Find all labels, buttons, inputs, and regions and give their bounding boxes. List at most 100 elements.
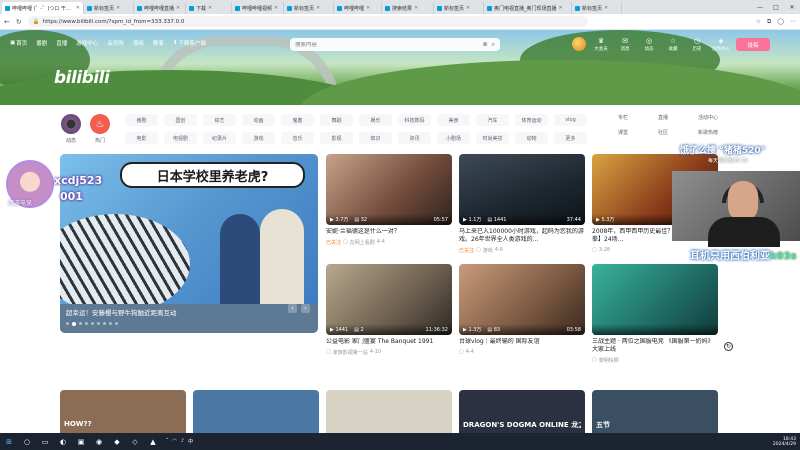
channel-chip[interactable]: 番剧	[125, 114, 158, 126]
carousel-dot[interactable]	[97, 322, 100, 325]
video-thumbnail[interactable]: HOW??	[60, 390, 186, 433]
hot-label[interactable]: 热门	[90, 137, 110, 144]
video-uploader[interactable]: ▢ 黎明快照	[592, 357, 718, 364]
channel-link[interactable]: 直播	[658, 114, 698, 121]
carousel-dot[interactable]	[79, 322, 82, 325]
channel-chip[interactable]: 小剧场	[437, 132, 470, 144]
video-title[interactable]: 台球vlog｜最终输的 国际友谊	[459, 338, 585, 346]
tab-close-icon[interactable]: ✕	[76, 5, 80, 11]
channel-chip[interactable]: 电视剧	[164, 132, 197, 144]
video-title[interactable]: 公益电影 家门盛宴 The Banquet 1991	[326, 338, 452, 346]
app-icon[interactable]: ◇	[130, 438, 140, 446]
avatar[interactable]	[572, 37, 586, 51]
bookmark-star-icon[interactable]: ☆	[756, 18, 761, 26]
video-uploader[interactable]: ▢ 4-4	[459, 349, 585, 355]
channel-link[interactable]: 课堂	[618, 129, 658, 136]
channel-chip[interactable]: 游戏	[242, 132, 275, 144]
channel-chip[interactable]: 鬼畜	[281, 114, 314, 126]
video-card[interactable]: ▶ 3.7万 ▤ 32 05:57 安妮·兰福德这是什么一对？ 已关注 ▢ 在网上看剧 4-4	[326, 154, 452, 246]
channel-chip[interactable]: 综艺	[203, 114, 236, 126]
windows-start-icon[interactable]: ⊞	[4, 438, 14, 446]
browser-tab[interactable]: 新标签页 ✕	[284, 2, 334, 14]
tab-close-icon[interactable]: ✕	[274, 5, 278, 11]
user-nav-item[interactable]: ☆ 收藏	[664, 37, 682, 52]
video-title[interactable]: 安妮·兰福德这是什么一对？	[326, 228, 452, 236]
url-bar[interactable]: 🔒 https://www.bilibili.com/?spm_id_from=…	[27, 16, 588, 27]
tab-close-icon[interactable]: ✕	[414, 5, 418, 11]
user-nav-item[interactable]: ◈ 创作中心	[712, 37, 730, 52]
edge-browser-icon[interactable]: ◐	[58, 438, 68, 446]
browser-tab[interactable]: 新标签页 ✕	[572, 2, 622, 14]
video-thumbnail[interactable]: ▶ 1.3万 ▤ 83 03:58	[459, 264, 585, 335]
nav-item[interactable]: 游戏中心	[76, 39, 98, 47]
steam-icon[interactable]: ◉	[94, 438, 104, 446]
minimize-button[interactable]: —	[752, 0, 768, 14]
browser-tab[interactable]: 新标签页 ✕	[84, 2, 134, 14]
refresh-feed-icon[interactable]: ↻	[724, 342, 733, 351]
tab-close-icon[interactable]: ✕	[176, 5, 180, 11]
search-input[interactable]	[295, 41, 479, 48]
dynamic-avatar-icon[interactable]	[61, 114, 81, 134]
taskbar-clock[interactable]: 18:43 2024/4/29	[773, 437, 796, 447]
search-icon[interactable]: ⌕	[492, 41, 495, 49]
profile-icon[interactable]: ◯	[777, 18, 784, 26]
tab-close-icon[interactable]: ✕	[316, 5, 320, 11]
video-card[interactable]: ▶ 1441 ▤ 2 11:36:32 公益电影 家门盛宴 The Banquet 1…	[326, 264, 452, 356]
video-thumbnail[interactable]	[193, 390, 319, 433]
channel-chip[interactable]: vlog	[554, 114, 587, 126]
channel-chip[interactable]: 科技数码	[398, 114, 431, 126]
ime-indicator[interactable]: 中	[188, 438, 193, 445]
task-view-icon[interactable]: ▭	[40, 438, 50, 446]
reload-icon[interactable]: ↻	[16, 18, 22, 26]
channel-link[interactable]: 新歌热榜	[698, 129, 738, 136]
carousel-dot[interactable]	[115, 322, 118, 325]
close-button[interactable]: ✕	[784, 0, 800, 14]
carousel-dot[interactable]	[85, 322, 88, 325]
nav-item[interactable]: 会员购	[107, 39, 124, 47]
browser-tab[interactable]: 哔哩哔哩 ✕	[334, 2, 382, 14]
browser-tab[interactable]: 哔哩哔哩 (゜-゜)つロ 干杯~ ✕	[2, 2, 84, 14]
app-icon[interactable]: ◆	[112, 438, 122, 446]
video-thumbnail[interactable]: 五节	[592, 390, 718, 433]
channel-chip[interactable]: 动画	[242, 114, 275, 126]
carousel-prev-button[interactable]: ‹	[288, 304, 297, 313]
user-nav-item[interactable]: ♛ 大会员	[592, 37, 610, 52]
browser-tab[interactable]: 新标签页 ✕	[434, 2, 484, 14]
user-nav-item[interactable]: ◷ 历史	[688, 37, 706, 52]
video-title[interactable]: 马上来已入100000小时游戏，起码为您我的游戏。26年世界全人类游戏的…	[459, 228, 585, 244]
video-card[interactable]: ▶ 1.1万 ▤ 1441 37:44 马上来已入100000小时游戏，起码为您我的游…	[459, 154, 585, 254]
channel-chip[interactable]: 国创	[164, 114, 197, 126]
browser-tab[interactable]: 哔哩哔哩直播 ✕	[134, 2, 186, 14]
browser-tab[interactable]: 下载 ✕	[186, 2, 232, 14]
video-card[interactable]: ▶ 1.3万 ▤ 83 03:58 台球vlog｜最终输的 国际友谊 ▢ 4-4	[459, 264, 585, 355]
browser-menu-icon[interactable]: ⋯	[790, 18, 796, 26]
channel-chip[interactable]: 影视	[320, 132, 353, 144]
channel-chip[interactable]: 电影	[125, 132, 158, 144]
video-thumbnail[interactable]	[326, 390, 452, 433]
video-thumbnail[interactable]	[592, 264, 718, 335]
maximize-button[interactable]: □	[768, 0, 784, 14]
volume-icon[interactable]: ♪	[181, 438, 184, 445]
video-thumbnail[interactable]: ▶ 1441 ▤ 2 11:36:32	[326, 264, 452, 335]
network-icon[interactable]: ◠	[173, 438, 177, 445]
browser-tab[interactable]: 搜索结果 ✕	[382, 2, 434, 14]
carousel-dot[interactable]	[109, 322, 112, 325]
bilibili-logo[interactable]: bilibili	[54, 68, 110, 88]
video-title[interactable]: 三战主题 · 两位之国服电竞 《国服第一奶妈》大家上线	[592, 338, 718, 354]
video-uploader[interactable]: 已关注 ▢ 游戏 4-6	[459, 247, 585, 254]
app-icon[interactable]: ▲	[148, 438, 158, 446]
channel-chip[interactable]: 舞蹈	[320, 114, 353, 126]
channel-chip[interactable]: 时尚美妆	[476, 132, 509, 144]
channel-chip[interactable]: 纪录片	[203, 132, 236, 144]
nav-item[interactable]: ▣ 首页	[10, 39, 27, 47]
carousel-dot[interactable]	[72, 322, 76, 326]
tab-close-icon[interactable]: ✕	[116, 5, 120, 11]
user-nav-item[interactable]: ◎ 动态	[640, 37, 658, 52]
tab-close-icon[interactable]: ✕	[559, 5, 563, 11]
nav-item[interactable]: 漫画	[133, 39, 144, 47]
video-thumbnail[interactable]: DRAGON'S DOGMA ONLINE 龙之信条Online	[459, 390, 585, 433]
search-box[interactable]: ⊗ ⌕	[290, 38, 500, 51]
channel-chip[interactable]: 更多	[554, 132, 587, 144]
hot-flame-icon[interactable]: ♨	[90, 114, 110, 134]
user-nav-item[interactable]: ✉ 消息	[616, 37, 634, 52]
